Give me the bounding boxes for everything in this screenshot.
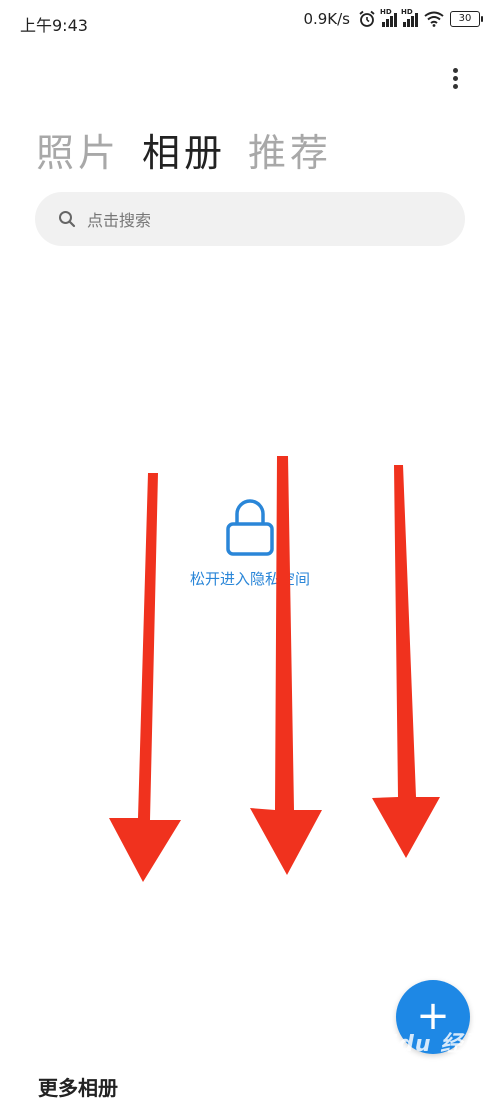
signal-hd-icon: HD (380, 8, 397, 27)
wifi-icon (424, 11, 444, 27)
tab-albums[interactable]: 相册 (142, 122, 226, 177)
alarm-icon (359, 10, 375, 27)
watermark: Baidu 经验 (356, 1032, 487, 1057)
tab-bar: 照片 相册 推荐 (36, 122, 332, 177)
search-bar[interactable]: 点击搜索 (35, 192, 465, 246)
arrow-down-icon (109, 473, 181, 882)
search-icon (59, 211, 76, 228)
battery-icon: 30 (450, 11, 483, 27)
tab-photos[interactable]: 照片 (36, 122, 120, 177)
status-bar: 上午9:43 0.9K/s HD HD 30 (0, 0, 500, 44)
lock-icon (226, 499, 274, 556)
network-speed: 0.9K/s (303, 10, 350, 28)
more-options-icon[interactable] (446, 68, 464, 96)
search-placeholder: 点击搜索 (87, 211, 152, 230)
signal-hd-icon: HD (401, 8, 418, 27)
status-time: 上午9:43 (20, 16, 88, 35)
tab-recommend[interactable]: 推荐 (248, 122, 332, 177)
arrow-down-icon (372, 465, 440, 858)
section-title: 更多相册 (38, 1076, 118, 1100)
status-icons: 0.9K/s HD HD 30 (303, 8, 483, 28)
private-space-label: 松开进入隐私空间 (189, 570, 310, 588)
